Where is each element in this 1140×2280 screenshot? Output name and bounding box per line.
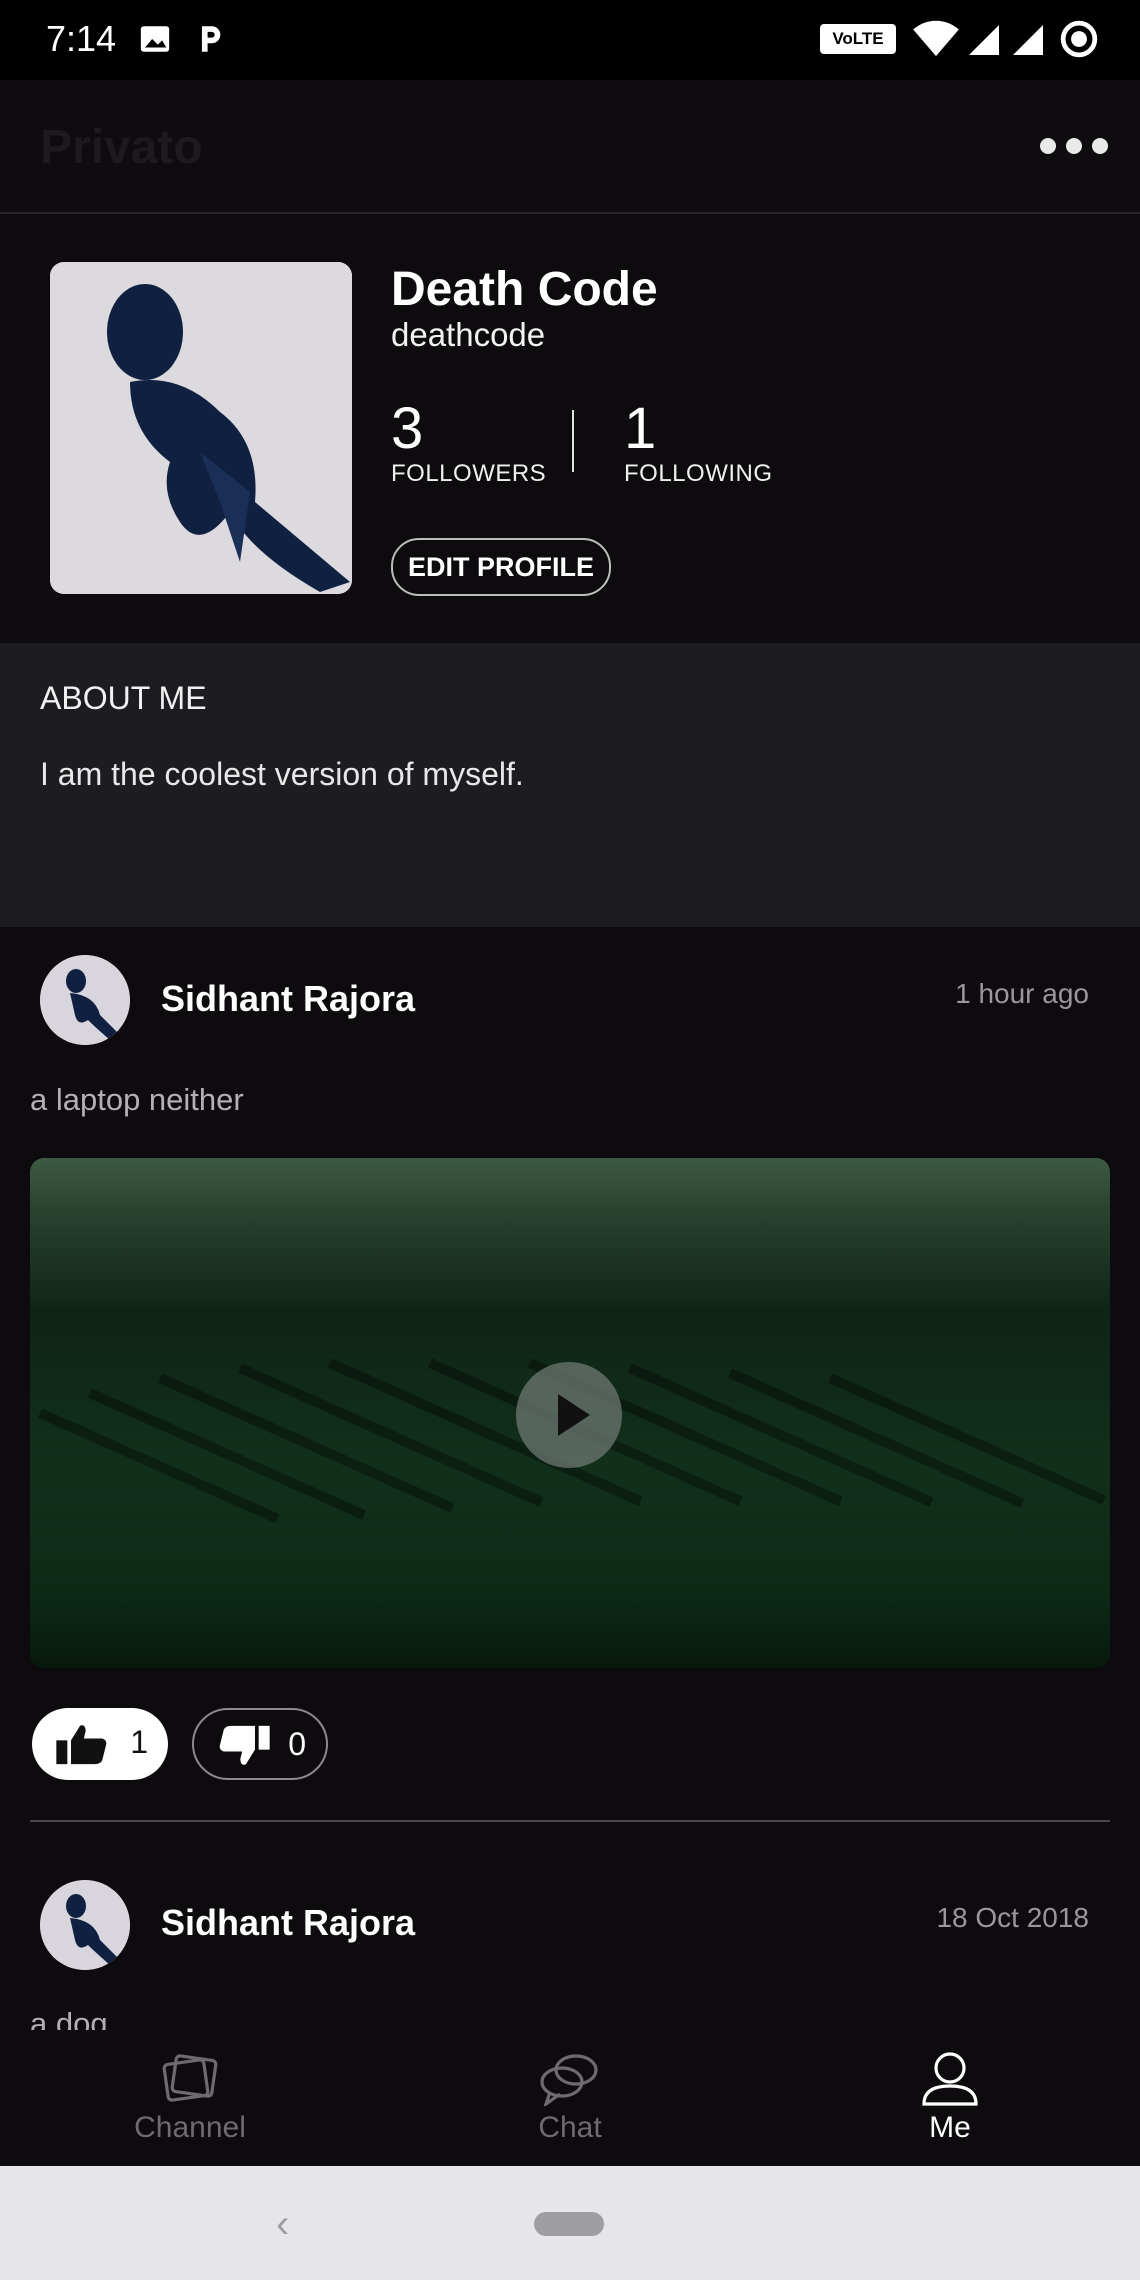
nav-me-label: Me	[929, 2111, 971, 2144]
thumbs-down-icon	[219, 1725, 270, 1765]
like-button[interactable]: 1	[32, 1708, 168, 1780]
more-options-icon[interactable]	[1040, 134, 1120, 158]
signal-icon-2	[1013, 25, 1043, 55]
edit-profile-button[interactable]: EDIT PROFILE	[391, 538, 611, 596]
post-divider	[30, 1820, 1110, 1822]
post-timestamp: 1 hour ago	[955, 978, 1089, 1009]
dislike-button[interactable]: 0	[192, 1708, 328, 1780]
post-author-avatar-2[interactable]	[40, 1880, 130, 1970]
post-author-avatar[interactable]	[40, 955, 130, 1045]
avatar-drawing	[50, 262, 352, 594]
stats-divider	[572, 410, 574, 472]
thumbs-up-icon	[56, 1725, 107, 1765]
nav-chat-label: Chat	[538, 2111, 602, 2144]
following-count[interactable]: 1	[624, 395, 656, 462]
post-author-name-2[interactable]: Sidhant Rajora	[161, 1902, 415, 1944]
signal-icon	[969, 25, 999, 55]
about-text: I am the coolest version of myself.	[40, 756, 524, 792]
like-count: 1	[130, 1724, 148, 1760]
volte-badge: VoLTE	[820, 24, 896, 54]
profile-avatar[interactable]	[50, 262, 352, 594]
avatar-drawing-small-2	[40, 1880, 130, 1970]
dislike-count: 0	[288, 1726, 306, 1762]
followers-label[interactable]: FOLLOWERS	[391, 460, 546, 488]
wifi-icon	[913, 20, 959, 57]
followers-count[interactable]: 3	[391, 395, 423, 462]
back-chevron-icon[interactable]: ‹	[276, 2202, 289, 2247]
person-icon	[922, 2052, 978, 2106]
chat-icon	[540, 2054, 598, 2109]
profile-display-name: Death Code	[391, 263, 658, 316]
parking-icon	[201, 26, 221, 52]
following-label[interactable]: FOLLOWING	[624, 460, 773, 488]
about-heading: ABOUT ME	[40, 680, 207, 716]
nav-me[interactable]: Me	[830, 2050, 1070, 2145]
nav-channel-label: Channel	[134, 2111, 246, 2144]
home-pill-icon[interactable]	[534, 2212, 604, 2236]
target-icon	[1060, 20, 1098, 58]
app-title: Privato	[40, 121, 203, 174]
profile-username: deathcode	[391, 316, 546, 353]
status-time: 7:14	[46, 18, 117, 59]
avatar-drawing-small	[40, 955, 130, 1045]
channel-icon	[162, 2054, 218, 2102]
post-text: a laptop neither	[30, 1082, 244, 1117]
post-timestamp-2: 18 Oct 2018	[936, 1902, 1089, 1933]
image-icon	[140, 26, 170, 52]
nav-chat[interactable]: Chat	[450, 2050, 690, 2145]
play-icon[interactable]	[516, 1362, 622, 1468]
post-author-name[interactable]: Sidhant Rajora	[161, 978, 415, 1020]
nav-channel[interactable]: Channel	[70, 2050, 310, 2145]
